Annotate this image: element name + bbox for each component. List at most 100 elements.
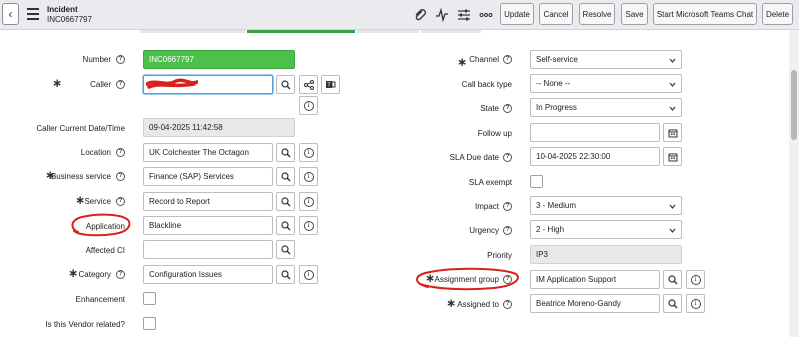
assigned-to-label: Assigned to [457,300,499,309]
assignment-group-info-button[interactable]: i [686,270,705,289]
calendar-icon [668,129,677,137]
progress-step-active [247,30,355,33]
follow-up-label: Follow up [477,129,512,138]
search-icon [280,196,290,206]
impact-value: 3 - Medium [536,201,577,210]
category-info-button[interactable]: i [299,265,318,284]
info-icon: i [303,196,314,207]
assigned-to-lookup-button[interactable] [663,294,682,313]
assignment-group-input[interactable]: IM Application Support [530,270,660,289]
affected-ci-lookup-button[interactable] [276,240,295,259]
vendor-related-checkbox[interactable] [143,317,156,330]
help-icon[interactable]: ? [503,55,512,64]
service-info-button[interactable]: i [299,192,318,211]
location-lookup-button[interactable] [276,143,295,162]
help-icon[interactable]: ? [503,300,512,309]
sla-due-date-input[interactable]: 10-04-2025 22:30:00 [530,147,660,166]
channel-label: Channel [469,55,499,64]
category-lookup-button[interactable] [276,265,295,284]
assignment-group-label: Assignment group [434,275,499,284]
service-lookup-button[interactable] [276,192,295,211]
help-icon[interactable]: ? [503,153,512,162]
service-input[interactable]: Record to Report [143,192,273,211]
help-icon[interactable]: ? [116,270,125,279]
application-info-button[interactable]: i [299,216,318,235]
paperclip-icon[interactable] [412,7,428,23]
sliders-icon[interactable] [456,7,472,23]
category-input[interactable]: Configuration Issues [143,265,273,284]
chevron-down-icon [669,58,676,63]
save-button[interactable]: Save [621,3,648,25]
business-service-lookup-button[interactable] [276,167,295,186]
required-marker: ∗ [457,55,468,69]
info-icon: i [690,298,701,309]
more-icon[interactable] [478,7,494,23]
share-nodes-icon [303,79,314,90]
hamburger-menu-icon[interactable] [27,8,39,20]
help-icon[interactable]: ? [116,172,125,181]
update-button[interactable]: Update [500,3,534,25]
help-icon[interactable]: ? [116,148,125,157]
assignment-group-lookup-button[interactable] [663,270,682,289]
sla-exempt-checkbox[interactable] [530,175,543,188]
call-back-type-select[interactable]: -- None -- [530,74,682,93]
urgency-select[interactable]: 2 - High [530,220,682,239]
search-icon [280,147,290,157]
impact-select[interactable]: 3 - Medium [530,196,682,215]
business-service-info-button[interactable]: i [299,167,318,186]
application-lookup-button[interactable] [276,216,295,235]
sla-due-date-calendar-button[interactable] [663,147,682,166]
application-input[interactable]: Blackline [143,216,273,235]
location-input[interactable]: UK Colchester The Octagon [143,143,273,162]
help-icon[interactable]: ? [116,197,125,206]
scrollbar-thumb[interactable] [791,70,797,140]
number-label: Number [82,55,111,64]
urgency-label: Urgency [469,226,499,235]
follow-up-input[interactable] [530,123,660,142]
info-icon: i [303,220,314,231]
state-select[interactable]: In Progress [530,98,682,117]
help-icon[interactable]: ? [503,226,512,235]
help-icon[interactable]: ? [116,80,125,89]
back-button[interactable]: ‹ [2,3,19,25]
info-icon: i [690,274,701,285]
teams-chat-button[interactable]: T [321,75,340,94]
progress-step [421,30,481,33]
resolve-button[interactable]: Resolve [579,3,615,25]
caller-input[interactable] [143,75,273,94]
chevron-left-icon: ‹ [8,7,13,21]
business-service-input[interactable]: Finance (SAP) Services [143,167,273,186]
location-info-button[interactable]: i [299,143,318,162]
enhancement-checkbox[interactable] [143,292,156,305]
application-label: Application [85,222,125,231]
progress-step [357,30,419,33]
help-icon[interactable]: ? [116,55,125,64]
chevron-down-icon [669,228,676,233]
page-scrollbar[interactable] [789,30,799,337]
start-teams-chat-button[interactable]: Start Microsoft Teams Chat [653,3,757,25]
assigned-to-info-button[interactable]: i [686,294,705,313]
sla-due-date-label: SLA Due date [449,153,499,162]
assigned-to-input[interactable]: Beatrice Moreno-Gandy [530,294,660,313]
vendor-label: Is this Vendor related? [45,320,125,329]
caller-lookup-button[interactable] [276,75,295,94]
activity-icon[interactable] [434,7,450,23]
follow-up-calendar-button[interactable] [663,123,682,142]
priority-label: Priority [487,251,512,260]
help-icon[interactable]: ? [503,275,512,284]
delete-button[interactable]: Delete [762,3,793,25]
info-icon: i [303,171,314,182]
location-label: Location [80,148,111,157]
search-icon [280,269,290,279]
help-icon[interactable]: ? [503,104,512,113]
caller-label: Caller [90,80,111,89]
caller-info-button[interactable]: i [299,96,318,115]
channel-select[interactable]: Self-service [530,50,682,69]
cancel-button[interactable]: Cancel [539,3,573,25]
help-icon[interactable]: ? [503,202,512,211]
affected-ci-input[interactable] [143,240,273,259]
dependency-map-button[interactable] [299,75,318,94]
chevron-down-icon [669,106,676,111]
number-field[interactable]: INC0667797 [143,50,295,69]
chevron-down-icon [669,204,676,209]
